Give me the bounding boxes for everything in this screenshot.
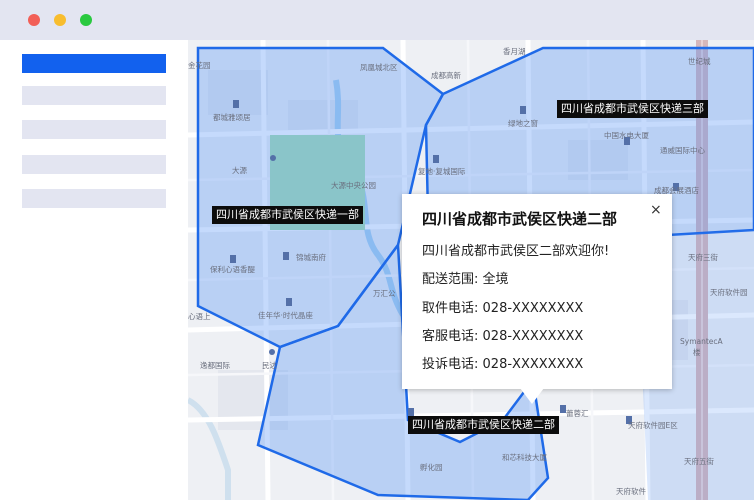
window-titlebar xyxy=(0,0,754,40)
poi-label: 锦城南府 xyxy=(296,253,326,262)
poi-label: 心语上 xyxy=(188,312,211,321)
poi-label: 大源 xyxy=(232,166,247,175)
service-label: 客服电话: xyxy=(422,329,479,344)
pickup-label: 取件电话: xyxy=(422,301,479,316)
poi-label: 佳年华·时代晶座 xyxy=(258,311,313,320)
maximize-window-button[interactable] xyxy=(80,14,92,26)
poi-label: 孵化园 xyxy=(420,463,443,472)
sidebar-item[interactable] xyxy=(22,189,166,208)
poi-label: 大源中央公园 xyxy=(331,181,376,190)
poi-label: 天府软件园 xyxy=(710,288,748,297)
zone-label-3[interactable]: 四川省成都市武侯区快递三部 xyxy=(557,100,708,118)
popup-complaint-row: 投诉电话: 028-XXXXXXXX xyxy=(422,353,583,372)
poi-label: 中国水电大厦 xyxy=(604,131,649,140)
popup-scope-row: 配送范围: 全境 xyxy=(422,268,509,287)
scope-value: 全境 xyxy=(482,272,509,287)
popup-title: 四川省成都市武侯区快递二部 xyxy=(422,210,618,228)
poi-label: 民达 xyxy=(262,361,277,370)
popup-service-row: 客服电话: 028-XXXXXXXX xyxy=(422,325,583,344)
zone-label-1[interactable]: 四川省成都市武侯区快递一部 xyxy=(212,206,363,224)
sidebar-item-active[interactable] xyxy=(22,54,166,73)
poi-label: 逸都国际 xyxy=(200,361,230,370)
poi-label: 都城雅颂居 xyxy=(213,113,251,122)
popup-pickup-row: 取件电话: 028-XXXXXXXX xyxy=(422,297,583,316)
sidebar-item[interactable] xyxy=(22,120,166,139)
sidebar xyxy=(0,40,188,500)
complaint-phone[interactable]: 028-XXXXXXXX xyxy=(483,357,584,372)
poi-label: 绿地之窗 xyxy=(508,119,538,128)
close-window-button[interactable] xyxy=(28,14,40,26)
poi-label: 天府软件园E区 xyxy=(628,421,678,430)
sidebar-item[interactable] xyxy=(22,155,166,174)
poi-label: 蕾蓉汇 xyxy=(566,409,589,418)
popup-welcome: 四川省成都市武侯区二部欢迎你! xyxy=(422,244,610,259)
info-popup: 四川省成都市武侯区快递二部 × 四川省成都市武侯区二部欢迎你! 配送范围: 全境… xyxy=(402,194,672,389)
poi-label: 成都高新 xyxy=(431,71,461,80)
poi-label: SymantecA xyxy=(680,337,723,346)
close-icon[interactable]: × xyxy=(650,202,662,218)
pickup-phone[interactable]: 028-XXXXXXXX xyxy=(483,301,584,316)
service-phone[interactable]: 028-XXXXXXXX xyxy=(483,329,584,344)
poi-label: 保利心语香醍 xyxy=(210,265,255,274)
complaint-label: 投诉电话: xyxy=(422,357,479,372)
poi-label: 通威国际中心 xyxy=(660,146,705,155)
scope-label: 配送范围: xyxy=(422,272,479,287)
poi-label: 金花园 xyxy=(188,61,211,70)
popup-pointer xyxy=(520,388,544,404)
sidebar-item[interactable] xyxy=(22,86,166,105)
poi-label: 香月湖 xyxy=(503,47,526,56)
poi-label: 和芯科技大厦 xyxy=(502,453,547,462)
poi-label: 天府三街 xyxy=(688,253,718,262)
poi-label: 凤凰城北区 xyxy=(360,63,398,72)
poi-label: 复地·复城国际 xyxy=(418,167,466,176)
poi-label: 楼 xyxy=(693,348,701,357)
poi-label: 世纪城 xyxy=(688,57,711,66)
zone-label-2[interactable]: 四川省成都市武侯区快递二部 xyxy=(408,416,559,434)
poi-label: 天府软件 xyxy=(616,487,646,496)
minimize-window-button[interactable] xyxy=(54,14,66,26)
poi-label: 万汇公 xyxy=(373,289,396,298)
poi-label: 天府五街 xyxy=(684,457,714,466)
